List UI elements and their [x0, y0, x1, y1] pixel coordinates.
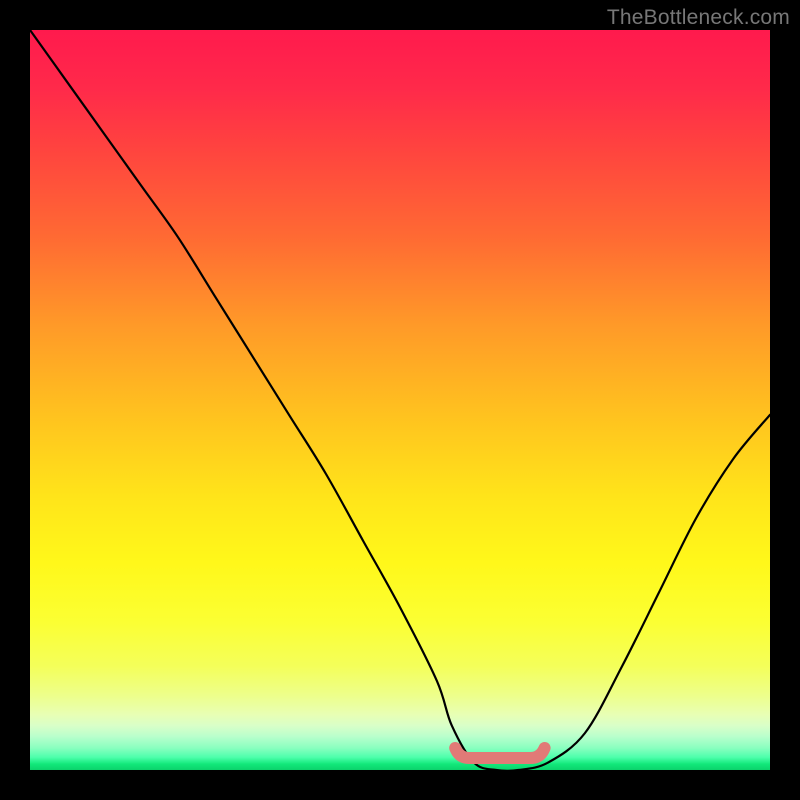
chart-frame: TheBottleneck.com: [0, 0, 800, 800]
plot-area: [30, 30, 770, 770]
flat-zone-marker: [455, 748, 544, 758]
watermark-text: TheBottleneck.com: [607, 6, 790, 30]
bottleneck-curve: [30, 30, 770, 770]
curve-path: [30, 30, 770, 770]
